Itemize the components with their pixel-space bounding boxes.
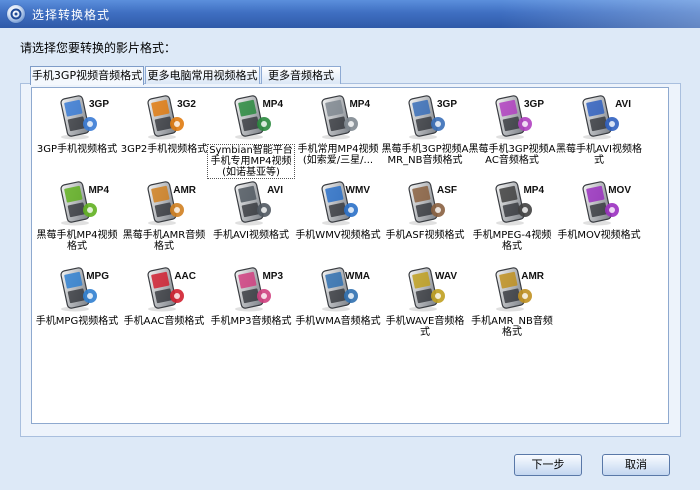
format-badge: ASF	[437, 185, 457, 196]
format-label: 手机ASF视频格式	[385, 230, 465, 241]
format-badge: WMV	[345, 185, 370, 196]
format-label: 黑莓手机AMR音频格式	[122, 230, 206, 252]
convert-format-dialog: 选择转换格式 请选择您要转换的影片格式： 手机3GP视频音频格式 更多电脑常用视…	[0, 0, 700, 490]
format-badge: 3G2	[177, 99, 196, 110]
format-item[interactable]: AMR 手机AMR_NB音频格式	[468, 263, 556, 345]
format-item[interactable]: 3GP 3GP手机视频格式	[33, 91, 121, 173]
format-item[interactable]: WMV 手机WMV视频格式	[294, 177, 382, 259]
phone-asf-icon: ASF	[401, 177, 457, 227]
format-item[interactable]: AVI 黑莓手机AVI视频格式	[555, 91, 643, 173]
format-label: 手机WAVE音频格式	[385, 316, 465, 338]
phone-mp4-flip-icon: MP4	[314, 91, 370, 141]
tab-computer-video[interactable]: 更多电脑常用视频格式	[145, 66, 260, 84]
format-item[interactable]: MP4 手机MPEG-4视频格式	[468, 177, 556, 259]
format-badge: MPG	[86, 271, 109, 282]
format-label: 手机MOV视频格式	[557, 230, 641, 241]
cancel-button[interactable]: 取消	[602, 454, 670, 476]
format-label: 手机WMA音频格式	[295, 316, 381, 327]
format-label: 黑莓手机3GP视频AAC音频格式	[468, 144, 556, 166]
blackberry-amr-icon: AMR	[140, 177, 196, 227]
window-title: 选择转换格式	[32, 8, 111, 22]
phone-3g2-icon: 3G2	[140, 91, 196, 141]
format-label: 手机常用MP4视频(如索爱/三星/...	[297, 144, 379, 166]
blackberry-3gp-icon: 3GP	[401, 91, 457, 141]
format-label: 手机MPG视频格式	[35, 316, 119, 327]
format-item[interactable]: MP4 Symbian智能平台手机专用MP4视频(如诺基亚等)	[207, 91, 295, 179]
format-badge: MP4	[523, 185, 544, 196]
format-badge: AVI	[615, 99, 631, 110]
format-badge: 3GP	[523, 99, 544, 110]
format-label: 黑莓手机AVI视频格式	[556, 144, 642, 166]
format-badge: WAV	[434, 271, 457, 282]
format-label: 手机AAC音频格式	[123, 316, 205, 327]
phone-aac-icon: AAC	[140, 263, 196, 313]
blackberry-avi-icon: AVI	[575, 91, 631, 141]
format-item[interactable]: 3GP 黑莓手机3GP视频AAC音频格式	[468, 91, 556, 173]
phone-3gp-icon: 3GP	[53, 91, 109, 141]
format-badge: AMR	[173, 185, 196, 196]
tab-mobile-3gp[interactable]: 手机3GP视频音频格式	[30, 66, 144, 85]
phone-avi-icon: AVI	[227, 177, 283, 227]
format-badge: AMR	[521, 271, 544, 282]
phone-wma-icon: WMA	[314, 263, 370, 313]
phone-mpeg4-icon: MP4	[488, 177, 544, 227]
phone-mp4-icon: MP4	[227, 91, 283, 141]
format-item[interactable]: WAV 手机WAVE音频格式	[381, 263, 469, 345]
format-grid: 3GP 3GP手机视频格式 3G2 3GP2手机视频格式 MP4 Symbian智能平台手…	[33, 91, 667, 421]
blackberry-mp4-icon: MP4	[53, 177, 109, 227]
format-label: 3GP手机视频格式	[36, 144, 118, 155]
tab-more-audio[interactable]: 更多音频格式	[261, 66, 341, 84]
phone-mpg-icon: MPG	[53, 263, 109, 313]
format-item[interactable]: AMR 黑莓手机AMR音频格式	[120, 177, 208, 259]
format-label: 3GP2手机视频格式	[120, 144, 208, 155]
format-badge: MP3	[262, 271, 283, 282]
format-item[interactable]: 3G2 3GP2手机视频格式	[120, 91, 208, 173]
blackberry-aac-icon: 3GP	[488, 91, 544, 141]
format-item[interactable]: MOV 手机MOV视频格式	[555, 177, 643, 259]
format-label: 黑莓手机MP4视频格式	[36, 230, 118, 252]
format-label: 手机WMV视频格式	[295, 230, 381, 241]
format-label: Symbian智能平台手机专用MP4视频(如诺基亚等)	[207, 144, 295, 179]
format-badge: AAC	[174, 271, 196, 282]
format-badge: 3GP	[88, 99, 109, 110]
format-item[interactable]: AVI 手机AVI视频格式	[207, 177, 295, 259]
format-badge: 3GP	[436, 99, 457, 110]
format-badge: MP4	[349, 99, 370, 110]
format-item[interactable]: MP4 手机常用MP4视频(如索爱/三星/...	[294, 91, 382, 173]
title-bar: 选择转换格式	[0, 0, 700, 28]
app-logo-icon	[7, 5, 25, 23]
format-prompt: 请选择您要转换的影片格式：	[20, 41, 177, 55]
format-item[interactable]: AAC 手机AAC音频格式	[120, 263, 208, 345]
format-item[interactable]: 3GP 黑莓手机3GP视频AMR_NB音频格式	[381, 91, 469, 173]
format-label: 黑莓手机3GP视频AMR_NB音频格式	[381, 144, 469, 166]
format-badge: MP4	[262, 99, 283, 110]
phone-wmv-icon: WMV	[314, 177, 370, 227]
format-label: 手机AVI视频格式	[213, 230, 289, 241]
phone-wave-icon: WAV	[401, 263, 457, 313]
format-label: 手机MP3音频格式	[210, 316, 292, 327]
format-label: 手机AMR_NB音频格式	[471, 316, 553, 338]
phone-amr-icon: AMR	[488, 263, 544, 313]
format-badge: AVI	[267, 185, 283, 196]
format-item[interactable]: WMA 手机WMA音频格式	[294, 263, 382, 345]
format-badge: MOV	[608, 185, 631, 196]
format-item[interactable]: MPG 手机MPG视频格式	[33, 263, 121, 345]
format-badge: MP4	[88, 185, 109, 196]
format-item[interactable]: MP3 手机MP3音频格式	[207, 263, 295, 345]
format-item[interactable]: MP4 黑莓手机MP4视频格式	[33, 177, 121, 259]
phone-mov-icon: MOV	[575, 177, 631, 227]
title-bar-gloss	[500, 0, 700, 28]
next-button[interactable]: 下一步	[514, 454, 582, 476]
format-label: 手机MPEG-4视频格式	[472, 230, 552, 252]
format-badge: WMA	[345, 271, 370, 282]
phone-mp3-icon: MP3	[227, 263, 283, 313]
format-item[interactable]: ASF 手机ASF视频格式	[381, 177, 469, 259]
